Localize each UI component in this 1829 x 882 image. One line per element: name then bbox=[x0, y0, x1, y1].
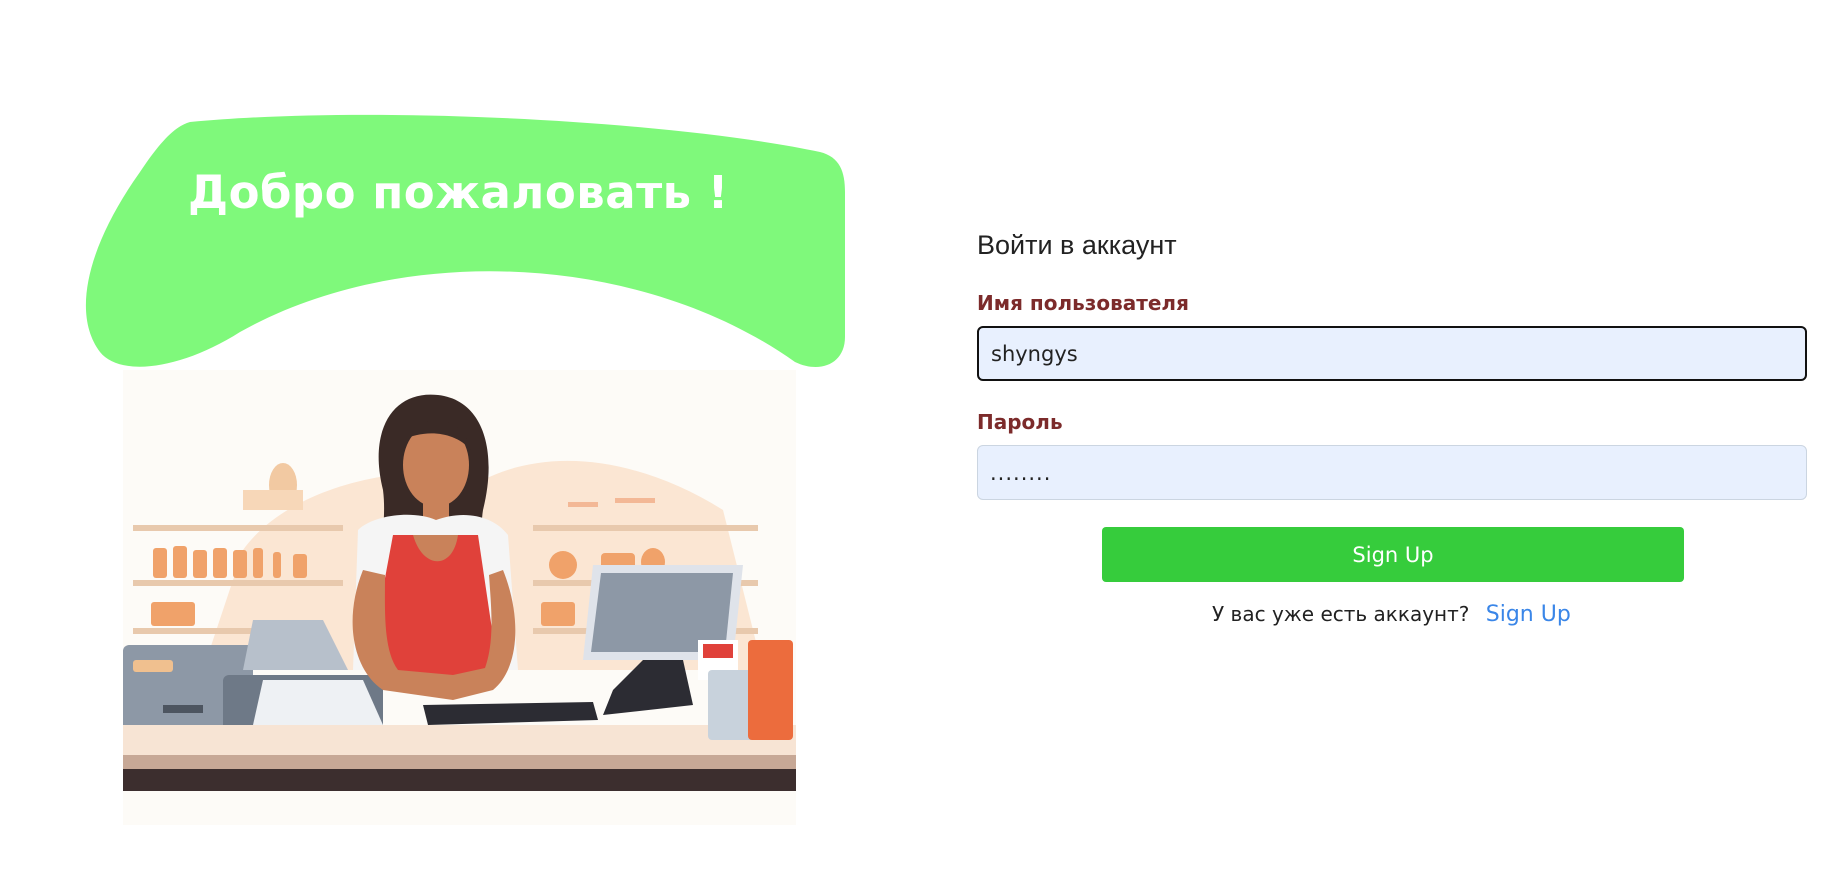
username-label: Имя пользователя bbox=[977, 291, 1189, 315]
password-input[interactable]: ........ bbox=[977, 445, 1807, 500]
sign-up-button[interactable]: Sign Up bbox=[1102, 527, 1684, 582]
username-value: shyngys bbox=[991, 341, 1078, 366]
sign-up-link[interactable]: Sign Up bbox=[1486, 602, 1571, 627]
welcome-banner-shape bbox=[85, 114, 845, 368]
password-label: Пароль bbox=[977, 410, 1063, 434]
account-prompt-text: У вас уже есть аккаунт? bbox=[1212, 602, 1470, 626]
cashier-illustration bbox=[123, 370, 796, 825]
form-title: Войти в аккаунт bbox=[977, 230, 1177, 260]
username-input[interactable]: shyngys bbox=[977, 326, 1807, 381]
welcome-title: Добро пожаловать ! bbox=[188, 166, 729, 219]
account-prompt-row: У вас уже есть аккаунт? Sign Up bbox=[1212, 602, 1571, 627]
password-value: ........ bbox=[990, 460, 1052, 485]
